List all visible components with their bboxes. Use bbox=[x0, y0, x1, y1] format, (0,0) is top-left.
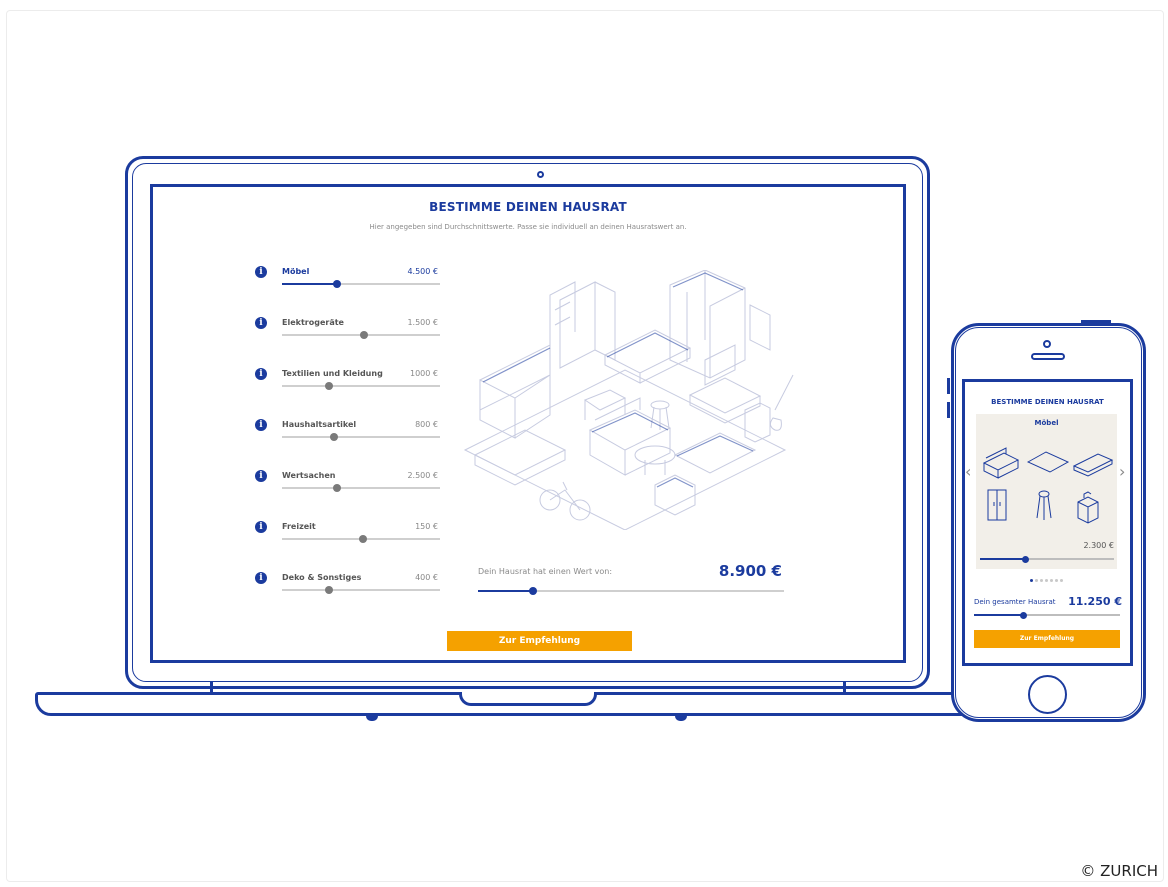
info-icon[interactable]: i bbox=[255, 317, 267, 329]
phone-speaker-icon bbox=[1031, 353, 1065, 360]
stool-icon bbox=[1036, 490, 1052, 520]
category-slider-handle[interactable] bbox=[333, 280, 342, 288]
carousel-dot[interactable] bbox=[1045, 579, 1048, 582]
category-row[interactable]: i Freizeit 150 € bbox=[255, 521, 440, 551]
rug-icon bbox=[1026, 451, 1070, 473]
category-label: Deko & Sonstiges bbox=[282, 573, 362, 582]
copyright-text: © ZURICH bbox=[1080, 862, 1158, 880]
info-icon[interactable]: i bbox=[255, 266, 267, 278]
category-row[interactable]: i Deko & Sonstiges 400 € bbox=[255, 572, 440, 602]
carousel-dot[interactable] bbox=[1035, 579, 1038, 582]
carousel-dot[interactable] bbox=[1055, 579, 1058, 582]
recommendation-button[interactable]: Zur Empfehlung bbox=[447, 631, 632, 651]
category-slider-handle[interactable] bbox=[358, 535, 367, 543]
info-icon[interactable]: i bbox=[255, 368, 267, 380]
page-subtitle: Hier angegeben sind Durchschnittswerte. … bbox=[369, 223, 687, 231]
mobile-total-value: 11.250 € bbox=[1068, 595, 1122, 608]
category-row[interactable]: i Möbel 4.500 € bbox=[255, 266, 440, 296]
carousel-dot[interactable] bbox=[1040, 579, 1043, 582]
category-slider[interactable] bbox=[282, 331, 440, 339]
laptop-notch bbox=[459, 692, 597, 706]
category-slider-handle[interactable] bbox=[360, 331, 369, 339]
category-value: 150 € bbox=[415, 522, 438, 531]
phone-camera-icon bbox=[1043, 340, 1051, 348]
category-slider[interactable] bbox=[282, 280, 440, 288]
phone-volume-button bbox=[947, 378, 950, 394]
mobile-card-value: 2.300 € bbox=[1083, 541, 1114, 550]
category-row[interactable]: i Wertsachen 2.500 € bbox=[255, 470, 440, 500]
mobile-page-title: BESTIMME DEINEN HAUSRAT bbox=[991, 398, 1104, 406]
category-value: 800 € bbox=[415, 420, 438, 429]
page-title: BESTIMME DEINEN HAUSRAT bbox=[429, 200, 627, 214]
mobile-total-slider-handle[interactable] bbox=[1020, 611, 1028, 619]
kitchen-cabinet-icon bbox=[1077, 491, 1099, 524]
info-icon[interactable]: i bbox=[255, 572, 267, 584]
category-value: 1000 € bbox=[410, 369, 438, 378]
mobile-prev-arrow-icon[interactable]: ‹ bbox=[965, 462, 971, 481]
category-label: Möbel bbox=[282, 267, 310, 276]
carousel-pagination[interactable] bbox=[976, 570, 1117, 589]
mobile-total-slider-fill bbox=[974, 614, 1024, 616]
carousel-dot[interactable] bbox=[1030, 579, 1033, 582]
mobile-total-slider[interactable] bbox=[974, 611, 1120, 619]
mobile-recommendation-button[interactable]: Zur Empfehlung bbox=[974, 630, 1120, 648]
phone-volume-button bbox=[947, 402, 950, 418]
category-slider-handle[interactable] bbox=[325, 586, 334, 594]
room-illustration bbox=[463, 270, 794, 530]
category-value: 1.500 € bbox=[407, 318, 438, 327]
category-row[interactable]: i Elektrogeräte 1.500 € bbox=[255, 317, 440, 347]
carousel-dot[interactable] bbox=[1060, 579, 1063, 582]
category-slider-fill bbox=[282, 283, 338, 285]
mobile-next-arrow-icon[interactable]: › bbox=[1119, 462, 1125, 481]
category-value: 2.500 € bbox=[407, 471, 438, 480]
category-row[interactable]: i Haushaltsartikel 800 € bbox=[255, 419, 440, 449]
mobile-total-label: Dein gesamter Hausrat bbox=[974, 598, 1056, 606]
category-slider[interactable] bbox=[282, 535, 440, 543]
category-slider[interactable] bbox=[282, 484, 440, 492]
category-slider-handle[interactable] bbox=[333, 484, 342, 492]
mobile-card-title: Möbel bbox=[1034, 419, 1059, 427]
category-slider[interactable] bbox=[282, 433, 440, 441]
mobile-card-slider[interactable] bbox=[980, 555, 1114, 563]
total-label: Dein Hausrat hat einen Wert von: bbox=[478, 567, 613, 576]
total-slider[interactable] bbox=[478, 587, 784, 595]
info-icon[interactable]: i bbox=[255, 521, 267, 533]
category-slider[interactable] bbox=[282, 586, 440, 594]
mobile-card-slider-fill bbox=[980, 558, 1026, 560]
category-slider-handle[interactable] bbox=[325, 382, 334, 390]
phone-home-button bbox=[1028, 675, 1067, 714]
category-label: Haushaltsartikel bbox=[282, 420, 357, 429]
category-row[interactable]: i Textilien und Kleidung 1000 € bbox=[255, 368, 440, 398]
total-value: 8.900 € bbox=[718, 562, 782, 580]
bed-icon bbox=[1072, 453, 1114, 477]
category-slider[interactable] bbox=[282, 382, 440, 390]
total-slider-fill bbox=[478, 590, 534, 592]
category-label: Freizeit bbox=[282, 522, 316, 531]
category-label: Elektrogeräte bbox=[282, 318, 344, 327]
wardrobe-icon bbox=[987, 489, 1007, 521]
info-icon[interactable]: i bbox=[255, 470, 267, 482]
sofa-icon bbox=[982, 447, 1020, 479]
category-label: Wertsachen bbox=[282, 471, 336, 480]
category-label: Textilien und Kleidung bbox=[282, 369, 383, 378]
category-slider-handle[interactable] bbox=[330, 433, 339, 441]
laptop-camera-icon bbox=[537, 171, 544, 178]
mobile-card-slider-handle[interactable] bbox=[1022, 555, 1030, 563]
category-value: 400 € bbox=[415, 573, 438, 582]
carousel-dot[interactable] bbox=[1050, 579, 1053, 582]
mobile-furniture-icons bbox=[982, 447, 1114, 524]
category-value: 4.500 € bbox=[407, 267, 438, 276]
info-icon[interactable]: i bbox=[255, 419, 267, 431]
